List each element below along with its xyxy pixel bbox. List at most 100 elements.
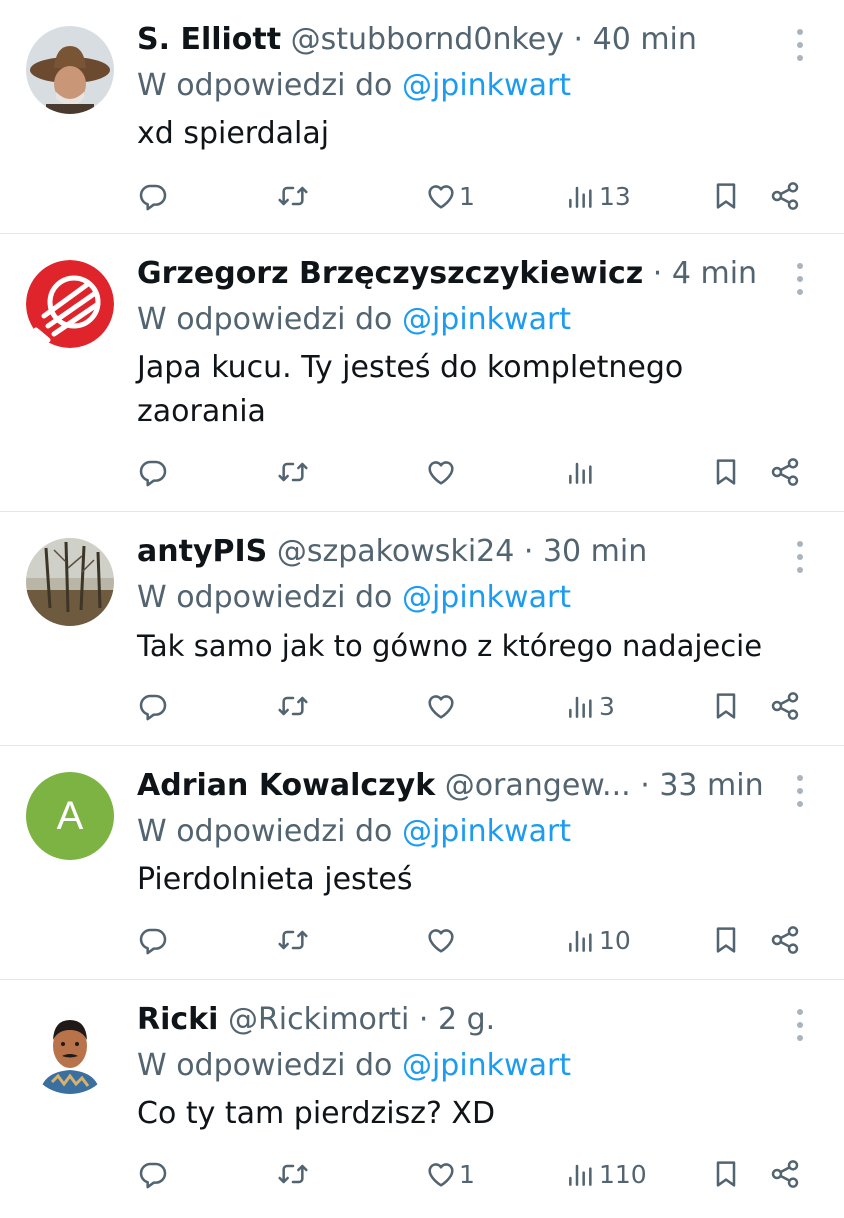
like-button[interactable]	[425, 452, 459, 492]
author-name[interactable]: S. Elliott	[137, 22, 281, 57]
reply-context: W odpowiedzi do @jpinkwart	[137, 576, 774, 620]
share-icon	[769, 1158, 801, 1190]
reply-context: W odpowiedzi do @jpinkwart	[137, 1044, 774, 1088]
tweet[interactable]: Grzegorz Brzęczyszczykiewicz · 4 min W o…	[0, 234, 844, 512]
timestamp[interactable]: 30 min	[543, 534, 647, 569]
author-handle[interactable]: @orangew...	[445, 768, 631, 803]
like-button[interactable]: 1	[425, 176, 475, 216]
tweet-text: Japa kucu. Ty jesteś do kompletnego zaor…	[137, 350, 684, 429]
author-handle[interactable]: @stubbornd0nkey	[291, 22, 564, 57]
reply-icon	[137, 180, 169, 212]
share-button[interactable]	[769, 1154, 801, 1194]
reply-mention[interactable]: @jpinkwart	[402, 814, 571, 849]
timestamp[interactable]: 2 g.	[438, 1002, 495, 1037]
share-button[interactable]	[769, 452, 801, 492]
avatar[interactable]	[26, 1006, 114, 1094]
reply-mention[interactable]: @jpinkwart	[402, 68, 571, 103]
timestamp[interactable]: 4 min	[672, 256, 757, 291]
views-button[interactable]: 3	[565, 686, 615, 726]
author-handle[interactable]: @Rickimorti	[228, 1002, 409, 1037]
like-count: 1	[459, 1159, 475, 1189]
share-icon	[769, 924, 801, 956]
avatar[interactable]	[26, 26, 114, 114]
views-button[interactable]: 110	[565, 1154, 647, 1194]
reply-prefix: W odpowiedzi do	[137, 580, 393, 615]
views-icon	[565, 456, 597, 488]
reply-button[interactable]	[137, 1154, 169, 1194]
views-count: 10	[599, 925, 631, 955]
tweet[interactable]: Ricki @Rickimorti · 2 g. W odpowiedzi do…	[0, 980, 844, 1218]
reply-mention[interactable]: @jpinkwart	[402, 580, 571, 615]
views-icon	[565, 690, 597, 722]
reply-button[interactable]	[137, 686, 169, 726]
bookmark-icon	[710, 1158, 742, 1190]
more-options-button[interactable]	[792, 774, 808, 808]
retweet-button[interactable]	[277, 1154, 309, 1194]
reply-mention[interactable]: @jpinkwart	[402, 1048, 571, 1083]
reply-icon	[137, 1158, 169, 1190]
views-count: 110	[599, 1159, 647, 1189]
views-button[interactable]: 13	[565, 176, 631, 216]
retweet-button[interactable]	[277, 686, 309, 726]
share-icon	[769, 180, 801, 212]
more-options-button[interactable]	[792, 1008, 808, 1042]
bookmark-button[interactable]	[710, 1154, 742, 1194]
man-portrait-icon	[26, 1006, 114, 1094]
share-button[interactable]	[769, 686, 801, 726]
avatar[interactable]: A	[26, 772, 114, 860]
share-icon	[769, 690, 801, 722]
heart-icon	[425, 924, 457, 956]
share-button[interactable]	[769, 176, 801, 216]
tweet-text: xd spierdalaj	[137, 116, 330, 151]
author-name[interactable]: Grzegorz Brzęczyszczykiewicz	[137, 256, 643, 291]
more-options-button[interactable]	[792, 262, 808, 296]
reply-icon	[137, 456, 169, 488]
like-button[interactable]: 1	[425, 1154, 475, 1194]
author-name[interactable]: Ricki	[137, 1002, 218, 1037]
cowboy-portrait-icon	[26, 26, 114, 114]
views-button[interactable]	[565, 452, 599, 492]
reply-mention[interactable]: @jpinkwart	[402, 302, 571, 337]
like-button[interactable]	[425, 686, 459, 726]
tweet[interactable]: antyPIS @szpakowski24 · 30 min W odpowie…	[0, 512, 844, 746]
bookmark-button[interactable]	[710, 176, 742, 216]
bookmark-button[interactable]	[710, 452, 742, 492]
reply-button[interactable]	[137, 452, 169, 492]
author-name[interactable]: antyPIS	[137, 534, 267, 569]
author-name[interactable]: Adrian Kowalczyk	[137, 768, 435, 803]
author-handle[interactable]: @szpakowski24	[277, 534, 515, 569]
tweet[interactable]: A Adrian Kowalczyk @orangew... · 33 min …	[0, 746, 844, 980]
reply-button[interactable]	[137, 176, 169, 216]
reply-button[interactable]	[137, 920, 169, 960]
more-vertical-icon	[792, 774, 808, 808]
like-button[interactable]	[425, 920, 459, 960]
tweet[interactable]: S. Elliott @stubbornd0nkey · 40 min W od…	[0, 0, 844, 234]
retweet-button[interactable]	[277, 920, 309, 960]
reply-prefix: W odpowiedzi do	[137, 814, 393, 849]
bookmark-button[interactable]	[710, 920, 742, 960]
avatar[interactable]	[26, 260, 114, 348]
bookmark-button[interactable]	[710, 686, 742, 726]
bookmark-icon	[710, 924, 742, 956]
tweet-text: Tak samo jak to gówno z którego nadajeci…	[137, 629, 763, 663]
retweet-button[interactable]	[277, 176, 309, 216]
more-options-button[interactable]	[792, 540, 808, 574]
share-button[interactable]	[769, 920, 801, 960]
avatar[interactable]	[26, 538, 114, 626]
retweet-icon	[277, 456, 309, 488]
tweet-actions: 1 110	[137, 1154, 827, 1194]
forest-photo-icon	[26, 538, 114, 626]
reply-prefix: W odpowiedzi do	[137, 1048, 393, 1083]
retweet-button[interactable]	[277, 452, 309, 492]
timestamp[interactable]: 33 min	[659, 768, 763, 803]
heart-icon	[425, 690, 457, 722]
reply-icon	[137, 690, 169, 722]
timestamp[interactable]: 40 min	[593, 22, 697, 57]
retweet-icon	[277, 690, 309, 722]
reply-context: W odpowiedzi do @jpinkwart	[137, 810, 774, 854]
more-options-button[interactable]	[792, 28, 808, 62]
views-button[interactable]: 10	[565, 920, 631, 960]
tweet-actions	[137, 452, 827, 492]
share-icon	[769, 456, 801, 488]
separator-dot: ·	[573, 22, 584, 57]
